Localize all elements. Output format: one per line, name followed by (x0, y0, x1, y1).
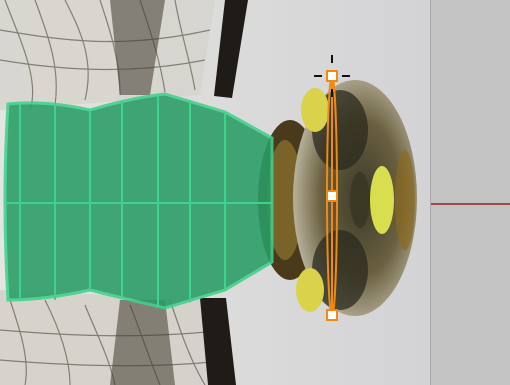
control-point-icon[interactable] (326, 190, 338, 202)
control-point-icon[interactable] (326, 309, 338, 321)
side-panel (430, 0, 510, 385)
segmentation-mask[interactable] (3, 92, 274, 310)
control-point-icon[interactable] (326, 70, 338, 82)
panel-guide-line (431, 203, 510, 205)
image-canvas[interactable] (0, 0, 510, 385)
annotation-overlay (3, 55, 350, 321)
